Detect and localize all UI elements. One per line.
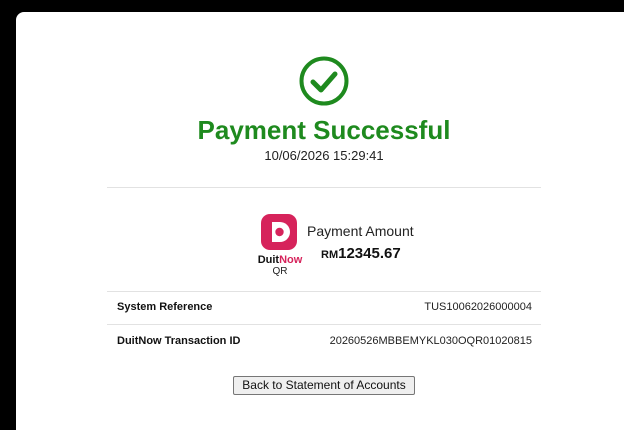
back-to-statement-button[interactable]: Back to Statement of Accounts (233, 376, 415, 395)
logo-subtitle: QR (272, 266, 288, 277)
system-reference-label: System Reference (117, 301, 213, 313)
divider (107, 324, 541, 325)
transaction-id-label: DuitNow Transaction ID (117, 335, 241, 347)
payment-amount: RM12345.67 (321, 244, 401, 265)
amount-label: Payment Amount (307, 223, 414, 239)
system-reference-value: TUS10062026000004 (424, 301, 532, 313)
amount-value: 12345.67 (338, 245, 401, 262)
currency-label: RM (321, 249, 339, 261)
logo-wordmark: DuitNow (257, 254, 303, 266)
duitnow-logo-icon (261, 214, 297, 250)
payment-timestamp: 10/06/2026 15:29:41 (264, 148, 384, 163)
divider (107, 187, 541, 188)
transaction-id-value: 20260526MBBEMYKL030OQR01020815 (329, 335, 532, 347)
divider (107, 291, 541, 292)
check-circle-icon (299, 56, 349, 106)
page-title: Payment Successful (197, 115, 451, 145)
duitnow-logo: DuitNow QR (252, 214, 308, 284)
